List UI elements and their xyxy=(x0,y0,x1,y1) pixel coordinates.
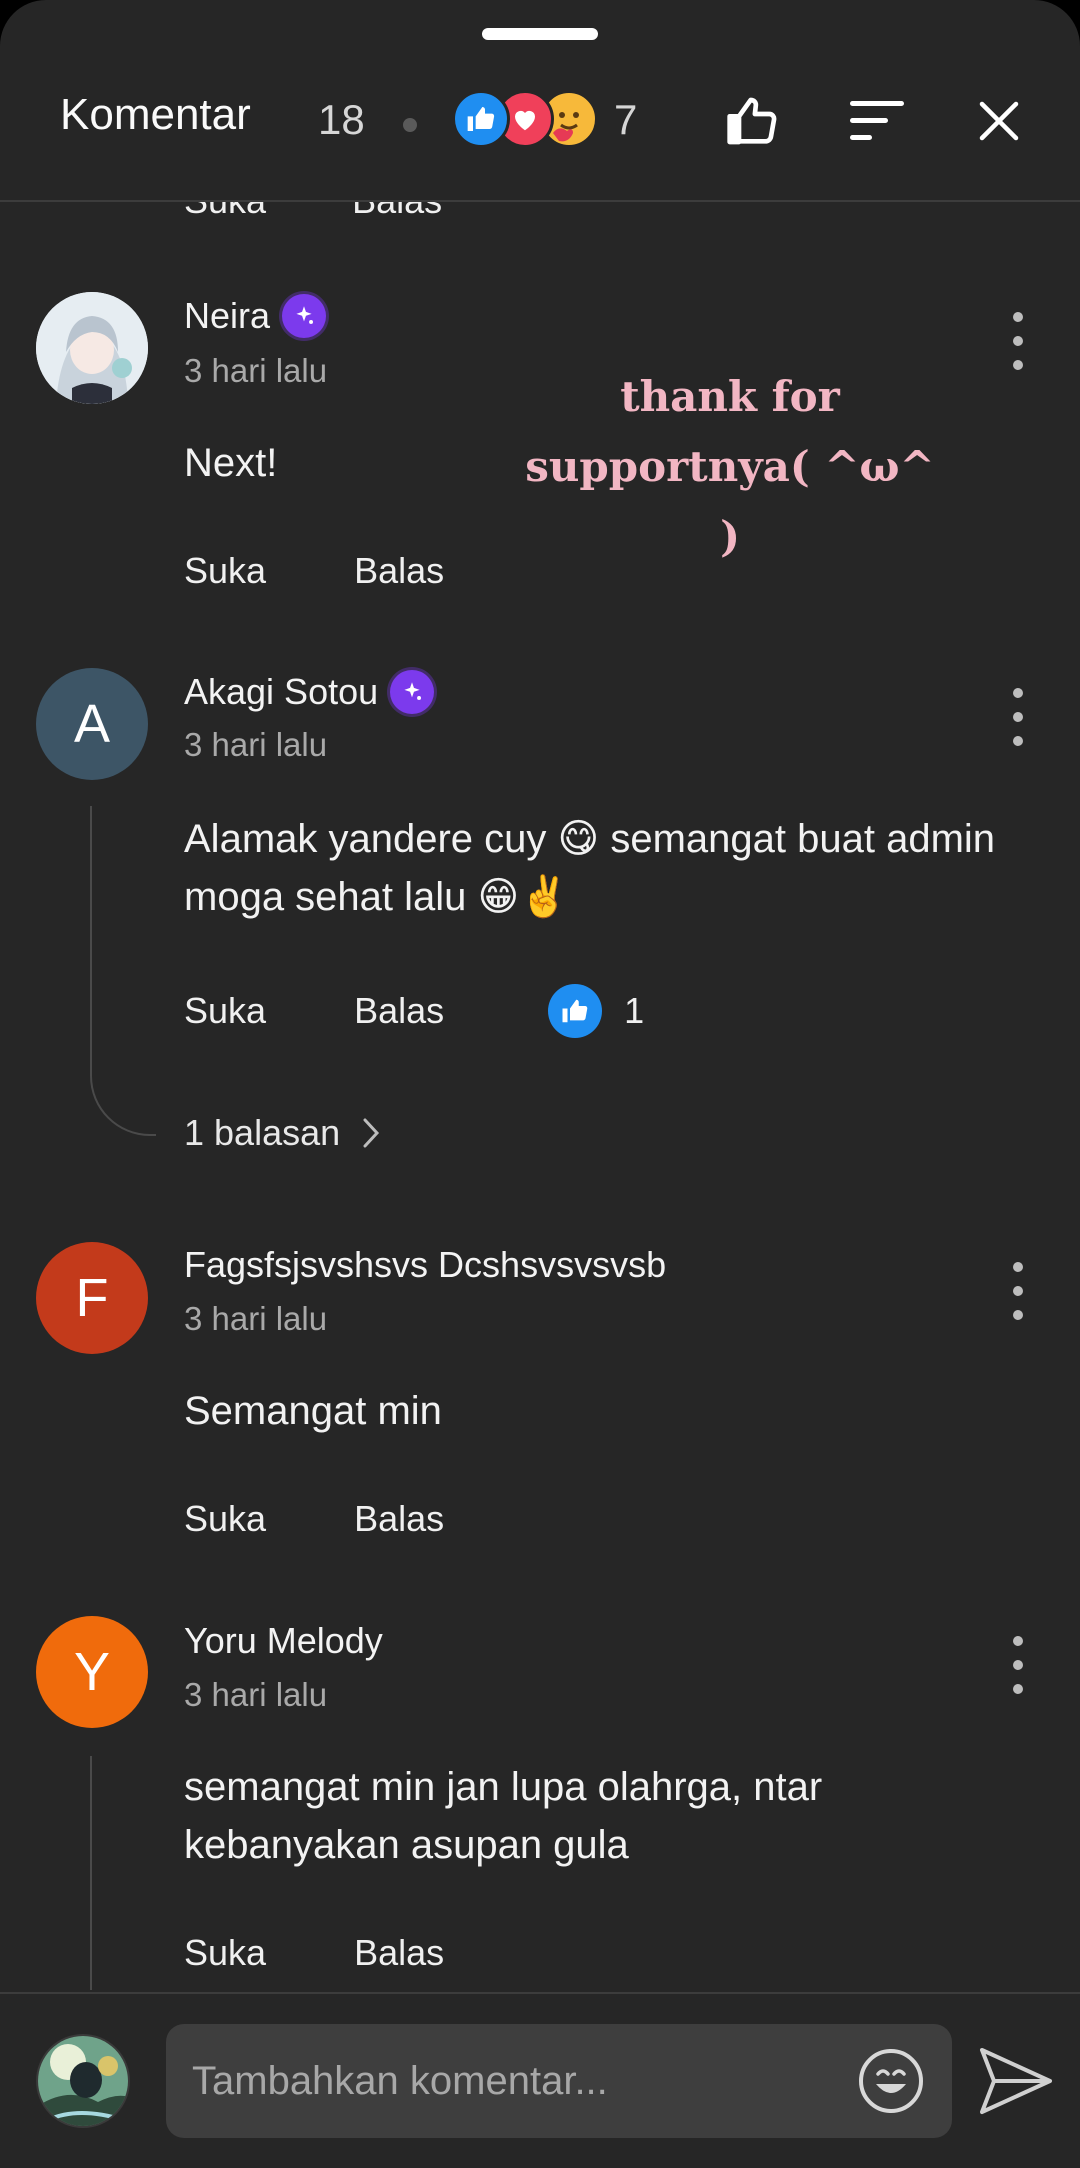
author-name: Akagi Sotou xyxy=(184,671,379,712)
avatar[interactable]: F xyxy=(36,1242,148,1354)
reply-button[interactable]: Balas xyxy=(354,1932,444,1974)
close-button[interactable] xyxy=(964,86,1034,156)
comments-header: Komentar 18 7 xyxy=(0,60,1080,200)
author-name: Fagsfsjsvshsvs Dcshsvsvsvsb xyxy=(184,1244,667,1285)
comment-time: 3 hari lalu xyxy=(184,352,328,389)
comment-actions: Suka Balas 1 xyxy=(184,984,644,1038)
comment-text: Semangat min xyxy=(184,1389,442,1433)
send-button[interactable] xyxy=(976,2044,1056,2118)
separator-dot xyxy=(403,118,417,132)
reply-button[interactable]: Balas xyxy=(354,990,444,1032)
comment-author[interactable]: Fagsfsjsvshsvs Dcshsvsvsvsb xyxy=(184,1244,666,1286)
like-button[interactable]: Suka xyxy=(184,202,266,221)
close-icon xyxy=(979,101,1019,141)
author-name: Yoru Melody xyxy=(184,1620,383,1661)
comment-list[interactable]: Suka Balas Neira 3 hari lalu xyxy=(0,202,1080,1990)
more-options-icon[interactable] xyxy=(996,682,1040,752)
author-name: Neira xyxy=(184,295,271,336)
overlay-caption: thank for supportnya( ^ω^ ) xyxy=(520,362,940,572)
avatar[interactable] xyxy=(36,292,148,404)
like-button[interactable]: Suka xyxy=(184,990,266,1032)
like-button[interactable]: Suka xyxy=(184,1932,266,1974)
thread-line xyxy=(90,806,156,1136)
reaction-count: 7 xyxy=(614,96,638,143)
emoji-icon xyxy=(859,2049,923,2113)
like-button[interactable]: Suka xyxy=(184,550,266,592)
verified-badge-icon xyxy=(282,294,327,338)
more-options-icon[interactable] xyxy=(996,306,1040,376)
avatar[interactable]: Y xyxy=(36,1616,148,1728)
comment-time: 3 hari lalu xyxy=(184,1300,328,1337)
current-user-avatar[interactable] xyxy=(36,2034,130,2128)
comment-author[interactable]: Akagi Sotou xyxy=(184,670,435,714)
more-options-icon[interactable] xyxy=(996,1630,1040,1700)
emoji-button[interactable] xyxy=(856,2046,926,2116)
comment-actions: Suka Balas xyxy=(184,1498,532,1540)
overlay-line: thank for xyxy=(620,372,840,421)
comment-author[interactable]: Yoru Melody xyxy=(184,1620,383,1662)
reply-button[interactable]: Balas xyxy=(354,550,444,592)
thumbs-up-icon xyxy=(727,97,777,145)
comment-input[interactable] xyxy=(192,2024,842,2138)
like-post-button[interactable] xyxy=(718,86,788,156)
previous-comment-actions: Suka Balas xyxy=(184,202,528,222)
comment-time: 3 hari lalu xyxy=(184,1676,328,1713)
thread-line xyxy=(90,1756,92,1990)
drag-handle[interactable] xyxy=(482,28,598,40)
comment-text: Alamak yandere cuy 😋 semangat buat admin… xyxy=(184,817,996,919)
comment-time: 3 hari lalu xyxy=(184,726,328,763)
reply-button[interactable]: Balas xyxy=(352,202,442,221)
like-count: 1 xyxy=(624,990,645,1031)
avatar[interactable]: A xyxy=(36,668,148,780)
verified-badge-icon xyxy=(390,670,435,714)
overlay-line: supportnya( ^ω^ ) xyxy=(525,442,935,561)
sort-icon xyxy=(850,101,904,140)
like-button[interactable]: Suka xyxy=(184,1498,266,1540)
like-reaction-icon xyxy=(548,984,603,1038)
comment-author[interactable]: Neira xyxy=(184,294,327,338)
comments-sheet: Komentar 18 7 Neira 3 hari lalu Next! Su… xyxy=(0,0,1080,2168)
comment-composer xyxy=(0,1994,1080,2168)
more-options-icon[interactable] xyxy=(996,1256,1040,1326)
comment-actions: Suka Balas xyxy=(184,1932,532,1974)
like-count-badge[interactable]: 1 xyxy=(548,984,644,1038)
comment-text: semangat min jan lupa olahrga, ntar keba… xyxy=(184,1765,823,1867)
sort-button[interactable] xyxy=(842,86,912,156)
view-replies-link[interactable]: 1 balasan xyxy=(184,1112,380,1154)
sheet-title: Komentar xyxy=(60,90,251,139)
send-icon xyxy=(980,2048,1052,2114)
replies-count: 1 balasan xyxy=(184,1112,341,1153)
comment-count: 18 xyxy=(318,96,365,143)
chevron-right-icon xyxy=(363,1118,380,1148)
like-reaction-icon xyxy=(452,90,510,148)
comment-input-box[interactable] xyxy=(166,2024,952,2138)
reply-button[interactable]: Balas xyxy=(354,1498,444,1540)
comment-actions: Suka Balas xyxy=(184,550,532,592)
reaction-summary[interactable] xyxy=(452,90,602,150)
